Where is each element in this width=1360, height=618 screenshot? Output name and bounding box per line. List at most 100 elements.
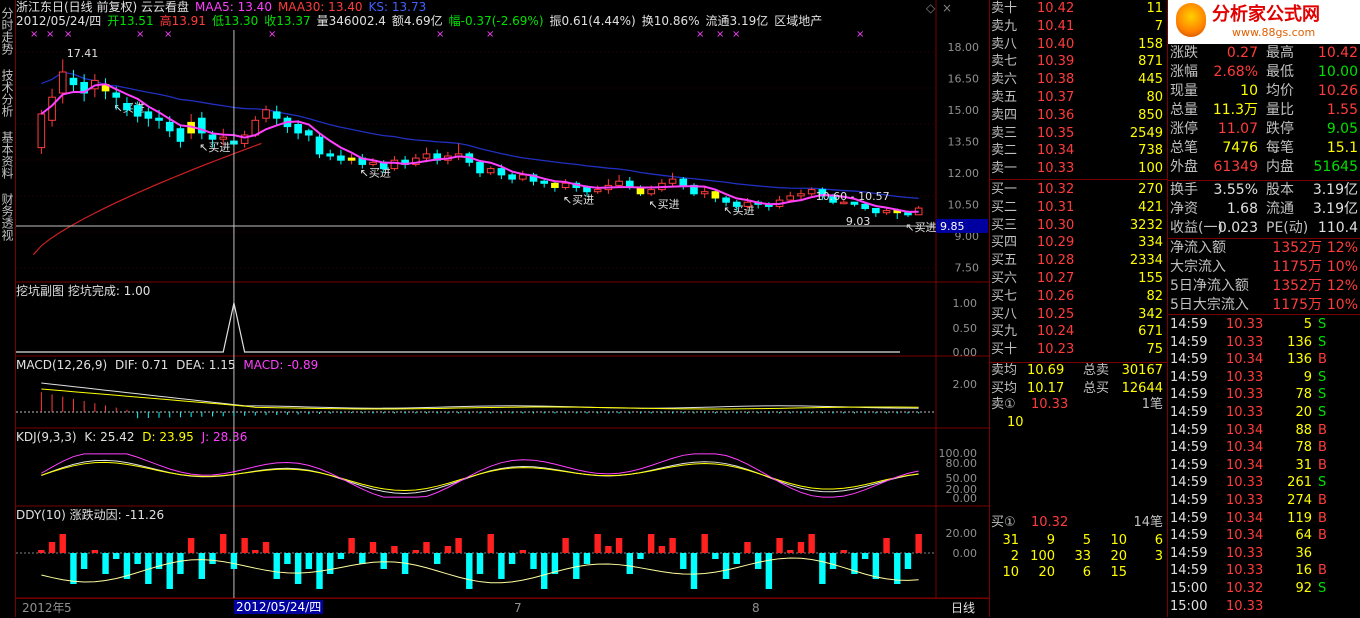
- tick-list[interactable]: 14:59 10.33 5 S 14:59 10.33 136 S 14:59 10.34 136 B…: [1168, 316, 1360, 617]
- tick-row[interactable]: 14:59 10.34 78 B: [1170, 439, 1360, 456]
- candle-body[interactable]: [326, 153, 335, 157]
- candle-body[interactable]: [112, 92, 121, 98]
- candle-body[interactable]: [123, 103, 131, 111]
- candle-body[interactable]: [272, 111, 281, 119]
- candle-body[interactable]: [518, 174, 527, 180]
- candle-body[interactable]: [305, 130, 313, 136]
- sell-book-row[interactable]: 卖七 10.39 871: [991, 53, 1167, 70]
- buy-book-row[interactable]: 买七 10.26 82: [991, 288, 1167, 305]
- candle-body[interactable]: [219, 136, 228, 140]
- buy-book-row[interactable]: 买三 10.30 3232: [991, 217, 1167, 234]
- chart-area[interactable]: 18.00 16.50 15.00 13.50 12.00 10.50 9.00 7.50 ↖买…: [16, 0, 989, 617]
- candle-body[interactable]: [679, 178, 688, 186]
- tick-row[interactable]: 14:59 10.33 78 S: [1170, 386, 1360, 403]
- candle-body[interactable]: [476, 161, 484, 174]
- candle-body[interactable]: [497, 168, 506, 176]
- tick-row[interactable]: 15:00 10.33: [1170, 598, 1360, 615]
- candle-body[interactable]: [743, 201, 752, 207]
- tab-technical[interactable]: 技术分析: [0, 64, 14, 122]
- buy-book-row[interactable]: 买八 10.25 342: [991, 306, 1167, 323]
- candle-body[interactable]: [262, 109, 270, 119]
- tick-row[interactable]: 14:59 10.33 261 S: [1170, 474, 1360, 491]
- tick-row[interactable]: 14:59 10.33 16 B: [1170, 562, 1360, 579]
- sell-book-row[interactable]: 卖一 10.33 100: [991, 160, 1167, 177]
- tick-row[interactable]: 14:59 10.33 274 B: [1170, 492, 1360, 509]
- candle-body[interactable]: [176, 128, 185, 142]
- buy-book-row[interactable]: 买十 10.23 75: [991, 341, 1167, 358]
- tab-intraday[interactable]: 分时走势: [0, 2, 14, 60]
- tick-row[interactable]: 14:59 10.33 9 S: [1170, 369, 1360, 386]
- sell-book-row[interactable]: 卖五 10.37 80: [991, 89, 1167, 106]
- candle-body[interactable]: [615, 180, 623, 186]
- candle-body[interactable]: [668, 178, 677, 184]
- buy-book-row[interactable]: 买五 10.28 2334: [991, 252, 1167, 269]
- chart-canvas[interactable]: 18.0016.5015.0013.5012.0010.509.007.50↖买…: [16, 0, 989, 617]
- diamond-icon[interactable]: ◇: [926, 1, 935, 15]
- candle-body[interactable]: [583, 187, 591, 193]
- candle-body[interactable]: [337, 155, 345, 161]
- candle-body[interactable]: [294, 124, 302, 134]
- candle-body[interactable]: [807, 189, 816, 195]
- candle-body[interactable]: [165, 121, 174, 132]
- candle-body[interactable]: [732, 201, 741, 207]
- close-icon[interactable]: ×: [942, 1, 952, 15]
- sell-book-row[interactable]: 卖十 10.42 11: [991, 0, 1167, 17]
- candle-body[interactable]: [872, 208, 880, 214]
- tick-row[interactable]: 14:59 10.34 31 B: [1170, 457, 1360, 474]
- candle-body[interactable]: [593, 189, 602, 193]
- tick-row[interactable]: 14:59 10.34 136 B: [1170, 351, 1360, 368]
- tick-row[interactable]: 14:59 10.34 119 B: [1170, 510, 1360, 527]
- sell-book-row[interactable]: 卖四 10.36 850: [991, 107, 1167, 124]
- tick-row[interactable]: 14:59 10.34 88 B: [1170, 422, 1360, 439]
- candle-body[interactable]: [904, 212, 912, 216]
- sell-book-row[interactable]: 卖六 10.38 445: [991, 71, 1167, 88]
- candle-body[interactable]: [315, 136, 324, 155]
- candle-body[interactable]: [369, 161, 377, 165]
- candle-body[interactable]: [144, 111, 153, 119]
- sell-book-row[interactable]: 卖二 10.34 738: [991, 142, 1167, 159]
- period-label[interactable]: 日线: [951, 601, 975, 615]
- candle-body[interactable]: [155, 117, 163, 121]
- tab-profile[interactable]: 基本资料: [0, 126, 14, 184]
- tick-row[interactable]: 14:59 10.34 64 B: [1170, 527, 1360, 544]
- tick-row[interactable]: 14:59 10.33 36: [1170, 545, 1360, 562]
- candle-body[interactable]: [133, 105, 142, 117]
- candle-body[interactable]: [722, 197, 730, 203]
- candle-body[interactable]: [48, 96, 56, 121]
- sell-book-row[interactable]: 卖九 10.41 7: [991, 18, 1167, 35]
- candle-body[interactable]: [711, 191, 720, 199]
- candle-body[interactable]: [508, 174, 516, 180]
- candle-body[interactable]: [422, 153, 431, 159]
- tab-finance[interactable]: 财务透视: [0, 188, 14, 246]
- candle-body[interactable]: [347, 157, 356, 161]
- candle-body[interactable]: [786, 195, 795, 201]
- candle-body[interactable]: [208, 134, 217, 140]
- buy-book-row[interactable]: 买二 10.31 421: [991, 199, 1167, 216]
- candle-body[interactable]: [486, 168, 495, 174]
- candle-body[interactable]: [37, 113, 46, 149]
- candle-body[interactable]: [700, 191, 709, 195]
- tick-row[interactable]: 14:59 10.33 5 S: [1170, 316, 1360, 333]
- candle-body[interactable]: [861, 203, 869, 210]
- candle-body[interactable]: [390, 159, 399, 170]
- tick-row[interactable]: 14:59 10.33 20 S: [1170, 404, 1360, 421]
- candle-body[interactable]: [561, 182, 570, 189]
- buy-book-row[interactable]: 买四 10.29 334: [991, 234, 1167, 251]
- price-axis-label: 15.00: [948, 104, 980, 117]
- tick-row[interactable]: 15:00 10.32 92 S: [1170, 580, 1360, 597]
- candle-body[interactable]: [647, 189, 655, 195]
- candle-body[interactable]: [540, 180, 549, 184]
- candle-body[interactable]: [797, 193, 805, 197]
- candle-body[interactable]: [551, 182, 559, 189]
- buy-book-row[interactable]: 买一 10.32 270: [991, 181, 1167, 198]
- header-line-1: 浙江东日(日线 前复权) 云云看盘 MAA5: 13.40 MAA30: 13.40…: [16, 0, 432, 14]
- candle-body[interactable]: [69, 77, 78, 86]
- buy-book-row[interactable]: 买九 10.24 671: [991, 323, 1167, 340]
- buy-book-row[interactable]: 买六 10.27 155: [991, 270, 1167, 287]
- candle-body[interactable]: [58, 71, 67, 94]
- ddy-axis-label: 0.00: [953, 547, 978, 560]
- sell-book-row[interactable]: 卖三 10.35 2549: [991, 125, 1167, 142]
- candle-body[interactable]: [882, 210, 891, 214]
- tick-row[interactable]: 14:59 10.33 136 S: [1170, 334, 1360, 351]
- sell-book-row[interactable]: 卖八 10.40 158: [991, 36, 1167, 53]
